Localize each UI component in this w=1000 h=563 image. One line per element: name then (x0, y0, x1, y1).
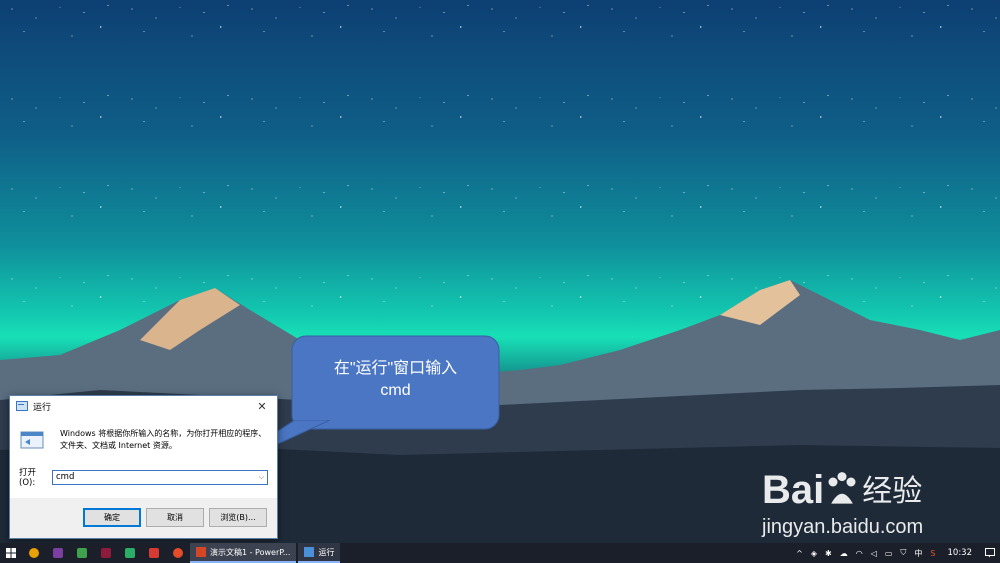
bluetooth-icon[interactable]: ✱ (821, 549, 836, 558)
dialog-body: Windows 将根据你所输入的名称，为你打开相应的程序、文件夹、文档或 Int… (10, 416, 277, 503)
watermark-brand: Bai (762, 468, 825, 512)
sogou-icon[interactable]: S (926, 549, 939, 558)
chevron-up-icon[interactable]: ^ (792, 549, 807, 558)
run-program-icon (20, 431, 44, 449)
wifi-icon[interactable]: ◠ (852, 549, 867, 558)
open-input-value: cmd (56, 472, 75, 482)
app-dark-red-icon[interactable] (94, 543, 118, 563)
paw-icon (828, 472, 856, 504)
notification-icon[interactable] (980, 543, 1000, 563)
open-input[interactable]: cmd ⌵ (52, 469, 268, 485)
watermark-url: jingyan.baidu.com (762, 516, 924, 538)
callout-line-1: 在"运行"窗口输入 (333, 360, 458, 377)
dialog-title: 运行 (33, 402, 52, 413)
volume-icon[interactable]: ◁ (867, 549, 881, 558)
wechat-icon[interactable] (118, 543, 142, 563)
taskbar-window-run[interactable]: 运行 (298, 543, 341, 563)
cancel-button[interactable]: 取消 (146, 508, 204, 527)
run-icon (304, 547, 315, 557)
dialog-footer: 确定 取消 浏览(B)... (10, 498, 277, 538)
taskbar-window-label: 演示文稿1 - PowerP... (210, 547, 291, 557)
start-button[interactable] (0, 543, 22, 563)
app-red-icon[interactable] (142, 543, 166, 563)
weibo-icon[interactable] (166, 543, 190, 563)
close-icon[interactable]: ✕ (253, 400, 271, 413)
open-label: 打开(O): (19, 468, 37, 488)
powerpoint-icon (196, 547, 206, 557)
run-icon (16, 401, 28, 411)
browse-button[interactable]: 浏览(B)... (209, 508, 267, 527)
system-tray: ^ ◈ ✱ ☁ ◠ ◁ ▭ ⛉ 中 S 10:32 (792, 543, 1000, 563)
onenote-icon[interactable] (46, 543, 70, 563)
taskbar-window-label: 运行 (318, 547, 335, 557)
windows-logo-icon (6, 548, 16, 558)
callout-text: 在"运行"窗口输入 cmd (291, 358, 500, 402)
callout-line-2: cmd (380, 382, 411, 399)
watermark-brand-suffix: 经验 (862, 474, 923, 509)
ime-indicator[interactable]: 中 (910, 548, 926, 559)
taskbar-window-powerpoint[interactable]: 演示文稿1 - PowerP... (190, 543, 297, 563)
app-green-icon[interactable] (70, 543, 94, 563)
taskbar: 演示文稿1 - PowerP... 运行 ^ ◈ ✱ ☁ ◠ ◁ ▭ ⛉ 中 S… (0, 543, 1000, 563)
dialog-titlebar[interactable]: 运行 ✕ (10, 396, 277, 416)
notification-glyph-icon (985, 548, 995, 558)
run-dialog: 运行 ✕ Windows 将根据你所输入的名称，为你打开相应的程序、文件夹、文档… (9, 395, 278, 539)
cloud-icon[interactable]: ☁ (836, 549, 852, 558)
battery-icon[interactable]: ▭ (881, 549, 897, 558)
baidu-watermark: Bai 经验 jingyan.baidu.com (762, 454, 972, 544)
tray-app-icon[interactable]: ◈ (807, 549, 821, 558)
dialog-description: Windows 将根据你所输入的名称，为你打开相应的程序、文件夹、文档或 Int… (60, 429, 267, 450)
open-row: 打开(O): cmd ⌵ (19, 466, 268, 488)
clock[interactable]: 10:32 (940, 548, 981, 558)
chevron-down-icon[interactable]: ⌵ (259, 473, 264, 482)
ok-button[interactable]: 确定 (83, 508, 141, 527)
chrome-icon[interactable] (22, 543, 46, 563)
shield-icon[interactable]: ⛉ (896, 548, 910, 558)
